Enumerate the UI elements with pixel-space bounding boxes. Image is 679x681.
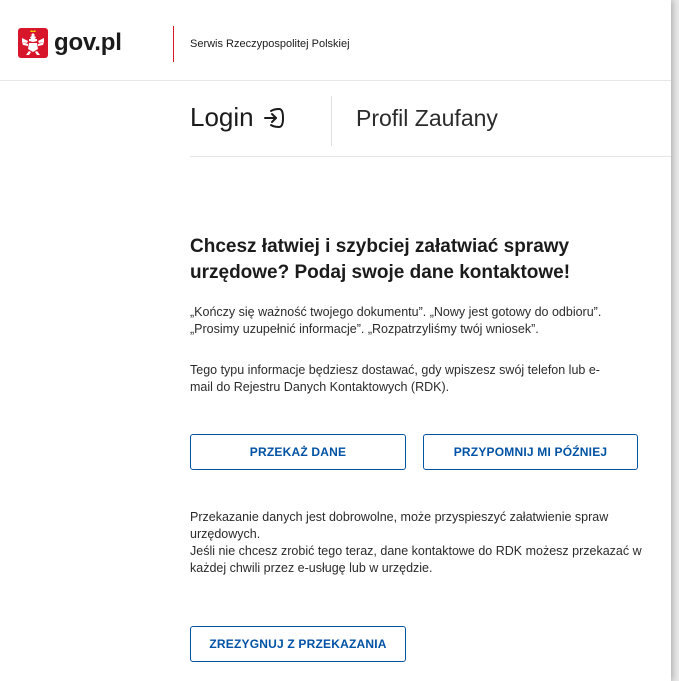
later-option-text: Jeśli nie chcesz zrobić tego teraz, dane…: [190, 544, 642, 575]
login-arrow-icon: [263, 107, 284, 128]
login-label: Login: [190, 102, 254, 132]
browser-window: gov.pl Serwis Rzeczypospolitej Polskiej …: [0, 0, 671, 681]
logo-text: gov.pl: [54, 29, 122, 56]
profile-zaufany-title: Profil Zaufany: [356, 105, 498, 131]
resign-button[interactable]: ZREZYGNUJ Z PRZEKAZANIA: [190, 626, 406, 662]
polish-eagle-emblem-icon: [18, 28, 48, 58]
notification-examples-text: „Kończy się ważność twojego dokumentu”. …: [190, 305, 602, 336]
gov-pl-logo[interactable]: gov.pl: [18, 28, 122, 58]
remind-later-button[interactable]: PRZYPOMNIJ MI PÓŹNIEJ: [423, 434, 638, 470]
header-divider: [173, 26, 174, 62]
rdk-info-text: Tego typu informacje będziesz dostawać, …: [190, 363, 600, 394]
rdk-prompt-section: Chcesz łatwiej i szybciej załatwiać spra…: [190, 234, 660, 662]
service-name: Serwis Rzeczypospolitej Polskiej: [190, 38, 350, 50]
provide-data-button[interactable]: PRZEKAŻ DANE: [190, 434, 406, 470]
page-heading: Chcesz łatwiej i szybciej załatwiać spra…: [190, 236, 571, 283]
login-subheader: Login Profil Zaufany: [190, 92, 671, 157]
site-header: gov.pl Serwis Rzeczypospolitej Polskiej: [0, 0, 671, 81]
subheader-divider: [331, 96, 332, 146]
voluntary-info-text: Przekazanie danych jest dobrowolne, może…: [190, 510, 609, 541]
login-title: Login: [190, 102, 286, 133]
